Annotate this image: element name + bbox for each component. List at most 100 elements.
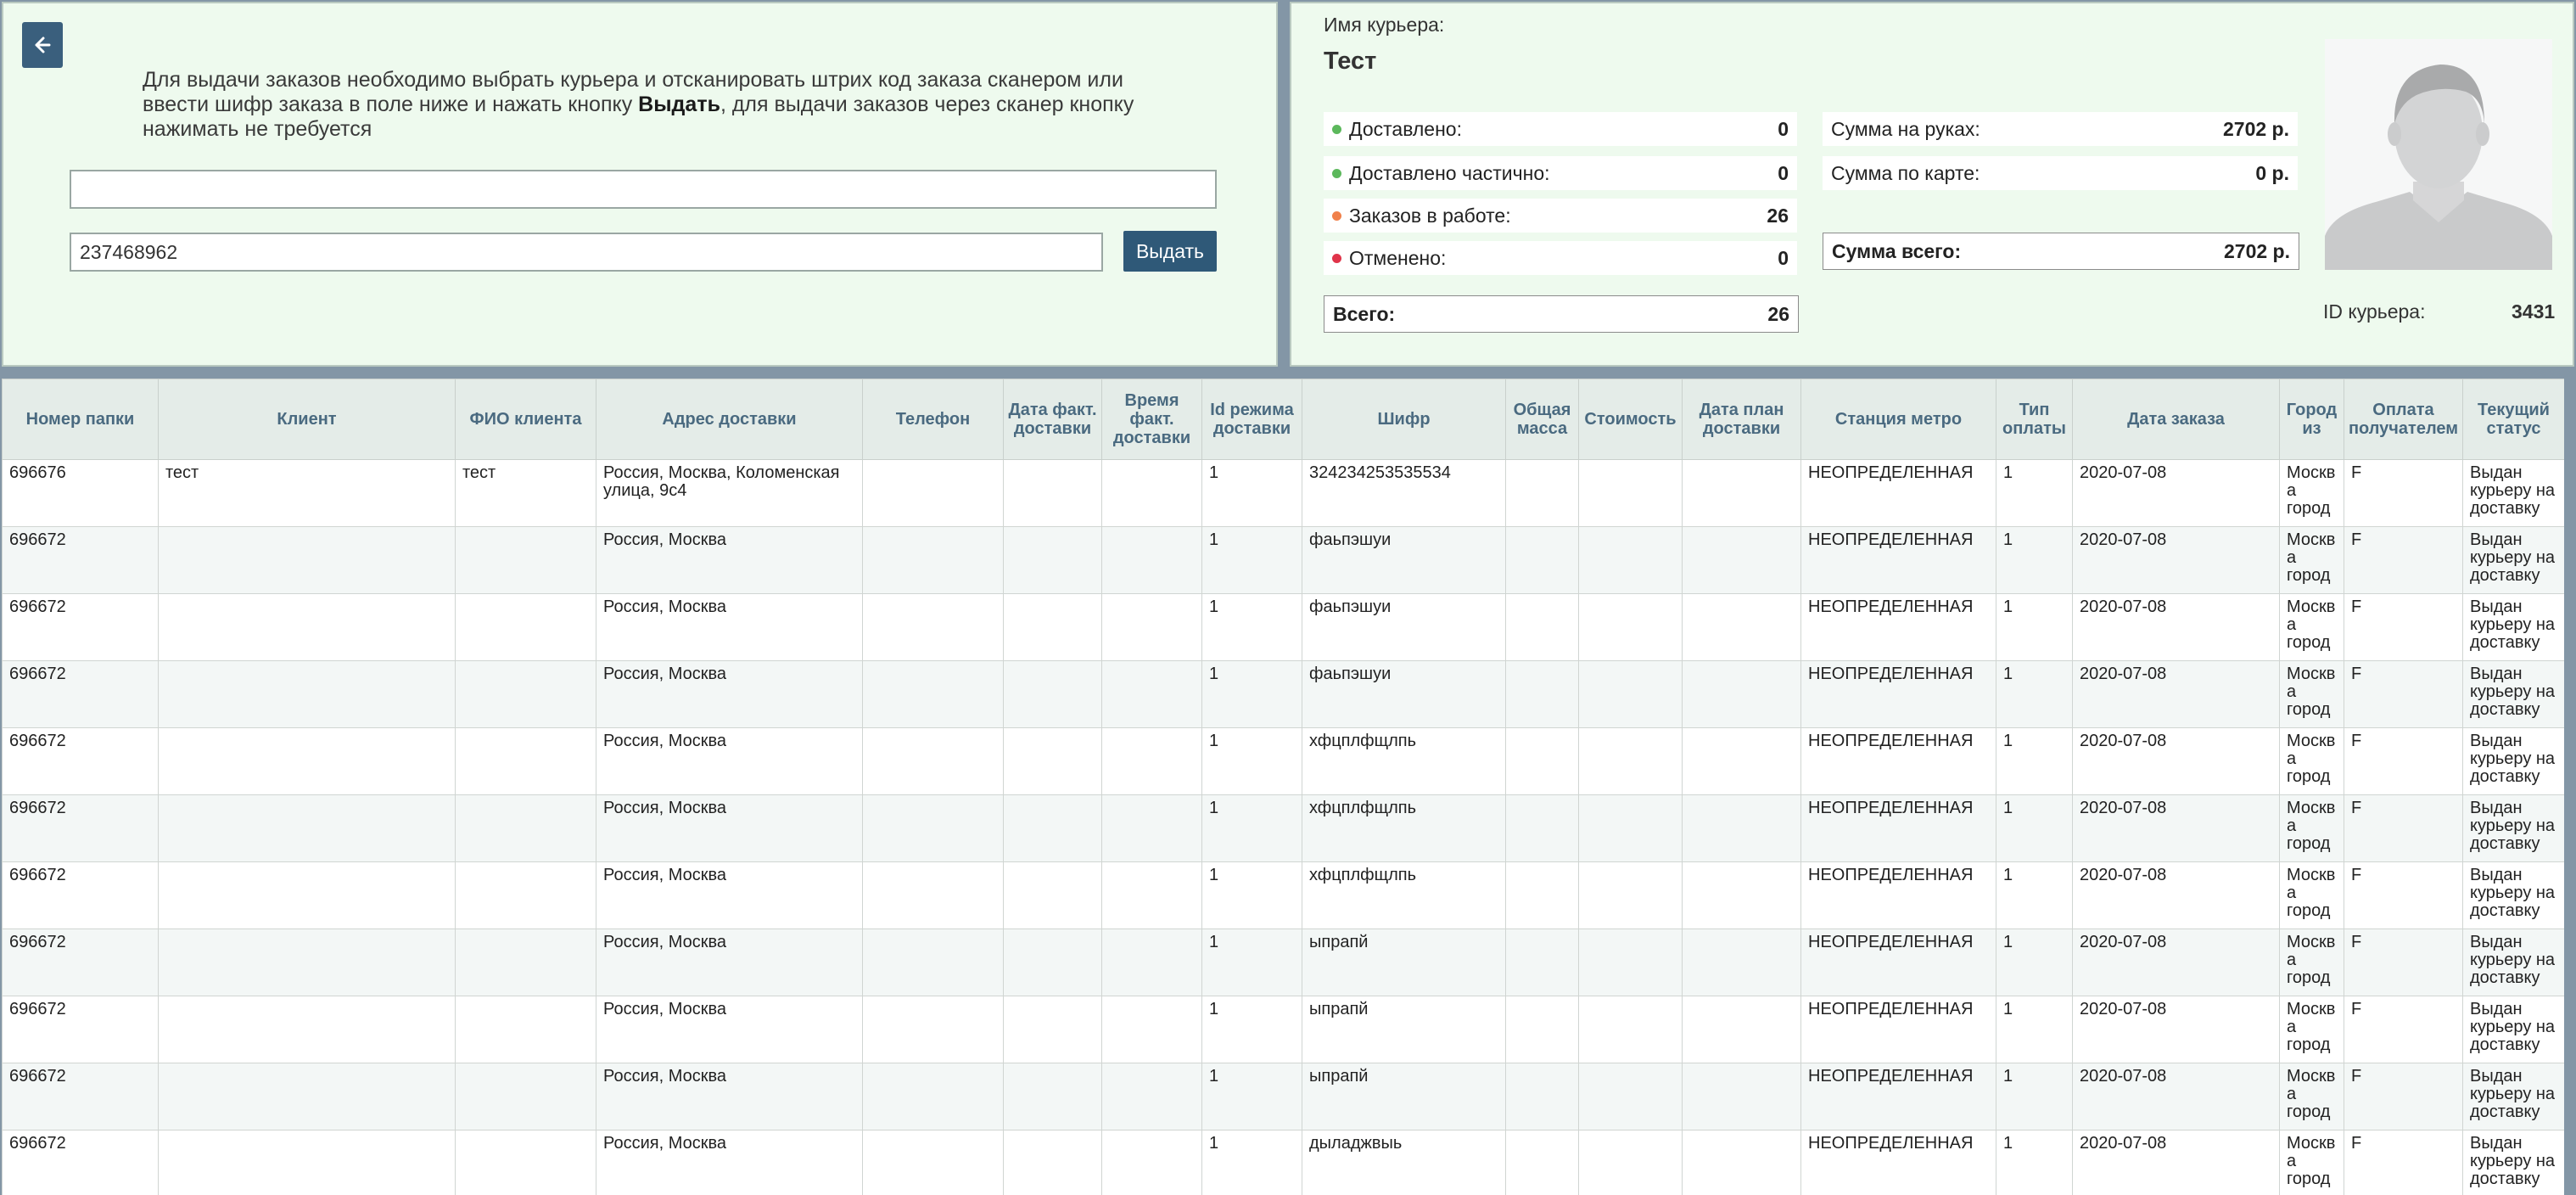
table-row[interactable]: 696672 Россия, Москва 1 фаьпэшуи НЕОПРЕДЕЛЕН…	[2, 593, 2564, 661]
table-row[interactable]: 696672 Россия, Москва 1 хфцплфщлпь НЕОПРЕДЕЛ…	[2, 727, 2564, 795]
column-header[interactable]: Время факт. доставки	[1101, 379, 1202, 460]
orders-table-container: Номер папки Клиент ФИО клиента Адрес достав…	[2, 379, 2564, 1195]
table-cell	[455, 861, 596, 929]
column-header[interactable]: Шифр	[1302, 379, 1506, 460]
table-cell	[455, 526, 596, 594]
table-row[interactable]: 696676 тест тест Россия, Москва, Коломенска…	[2, 459, 2564, 527]
table-cell: Москва город	[2279, 1130, 2344, 1195]
order-code-input[interactable]	[70, 233, 1103, 272]
column-header[interactable]: Текущий статус	[2462, 379, 2564, 460]
table-cell	[1682, 593, 1801, 661]
table-cell	[1682, 861, 1801, 929]
table-row[interactable]: 696672 Россия, Москва 1 ыпрапй НЕОПРЕДЕЛЕННА…	[2, 929, 2564, 996]
table-cell: хфцплфщлпь	[1302, 861, 1506, 929]
table-cell	[1101, 996, 1202, 1063]
column-header[interactable]: Id режима доставки	[1201, 379, 1302, 460]
table-cell: F	[2344, 727, 2463, 795]
table-cell: 1	[1201, 794, 1302, 862]
table-cell	[1505, 727, 1579, 795]
table-cell	[1505, 929, 1579, 996]
table-cell: 1	[1996, 929, 2073, 996]
table-row[interactable]: 696672 Россия, Москва 1 фаьпэшуи НЕОПРЕДЕЛЕН…	[2, 660, 2564, 728]
table-cell	[1505, 861, 1579, 929]
table-cell	[158, 861, 456, 929]
table-row[interactable]: 696672 Россия, Москва 1 дыладжвыь НЕОПРЕДЕЛЕ…	[2, 1130, 2564, 1195]
table-row[interactable]: 696672 Россия, Москва 1 фаьпэшуи НЕОПРЕДЕЛЕН…	[2, 526, 2564, 594]
column-header[interactable]: Дата план доставки	[1682, 379, 1801, 460]
table-row[interactable]: 696672 Россия, Москва 1 хфцплфщлпь НЕОПРЕДЕЛ…	[2, 794, 2564, 862]
table-cell	[1003, 660, 1102, 728]
table-cell	[862, 1130, 1004, 1195]
column-header[interactable]: Номер папки	[2, 379, 159, 460]
table-cell: фаьпэшуи	[1302, 526, 1506, 594]
column-header[interactable]: Тип оплаты	[1996, 379, 2073, 460]
table-cell: 696672	[2, 593, 159, 661]
courier-select-input[interactable]	[70, 170, 1217, 209]
table-cell: 2020-07-08	[2072, 1130, 2280, 1195]
table-cell: 1	[1996, 660, 2073, 728]
table-cell: Выдан курьеру на доставку	[2462, 1130, 2564, 1195]
column-header[interactable]: Дата факт. доставки	[1003, 379, 1102, 460]
table-cell	[1578, 794, 1683, 862]
column-header[interactable]: Телефон	[862, 379, 1004, 460]
table-cell: 1	[1201, 861, 1302, 929]
table-cell	[1505, 459, 1579, 527]
table-cell: 2020-07-08	[2072, 660, 2280, 728]
column-header[interactable]: Клиент	[158, 379, 456, 460]
column-header[interactable]: Город из	[2279, 379, 2344, 460]
stat-in-progress: Заказов в работе: 26	[1324, 199, 1797, 233]
table-cell	[1003, 996, 1102, 1063]
table-cell: НЕОПРЕДЕЛЕННАЯ	[1800, 929, 1996, 996]
table-cell: 2020-07-08	[2072, 1063, 2280, 1130]
table-cell: ыпрапй	[1302, 929, 1506, 996]
table-cell: F	[2344, 526, 2463, 594]
table-cell	[1682, 526, 1801, 594]
table-row[interactable]: 696672 Россия, Москва 1 ыпрапй НЕОПРЕДЕЛЕННА…	[2, 1063, 2564, 1130]
column-header[interactable]: Станция метро	[1800, 379, 1996, 460]
table-cell: Россия, Москва	[596, 996, 863, 1063]
table-cell: F	[2344, 593, 2463, 661]
person-avatar-icon	[2325, 39, 2552, 270]
table-cell	[1682, 996, 1801, 1063]
table-cell	[1505, 660, 1579, 728]
table-cell: НЕОПРЕДЕЛЕННАЯ	[1800, 794, 1996, 862]
table-cell	[158, 526, 456, 594]
table-cell	[1003, 1130, 1102, 1195]
table-cell	[1003, 794, 1102, 862]
table-cell: Россия, Москва	[596, 929, 863, 996]
column-header[interactable]: ФИО клиента	[455, 379, 596, 460]
table-cell: 1	[1201, 459, 1302, 527]
table-cell	[1101, 593, 1202, 661]
issue-button[interactable]: Выдать	[1123, 231, 1217, 272]
table-cell: хфцплфщлпь	[1302, 794, 1506, 862]
table-cell	[1578, 1063, 1683, 1130]
table-cell: 2020-07-08	[2072, 929, 2280, 996]
table-cell	[1101, 526, 1202, 594]
table-row[interactable]: 696672 Россия, Москва 1 ыпрапй НЕОПРЕДЕЛЕННА…	[2, 996, 2564, 1063]
column-header[interactable]: Общая масса	[1505, 379, 1579, 460]
table-cell	[1682, 794, 1801, 862]
column-header[interactable]: Адрес доставки	[596, 379, 863, 460]
column-header[interactable]: Стоимость	[1578, 379, 1683, 460]
table-row[interactable]: 696672 Россия, Москва 1 хфцплфщлпь НЕОПРЕДЕЛ…	[2, 861, 2564, 929]
table-cell: 1	[1201, 660, 1302, 728]
column-header[interactable]: Оплата получателем	[2344, 379, 2463, 460]
table-cell	[1505, 593, 1579, 661]
table-cell	[1003, 459, 1102, 527]
table-cell: Москва город	[2279, 1063, 2344, 1130]
table-cell: Москва город	[2279, 996, 2344, 1063]
back-button[interactable]	[22, 22, 63, 68]
table-scrollbar[interactable]	[2564, 379, 2576, 1195]
courier-name: Тест	[1324, 48, 1377, 75]
table-cell	[1578, 660, 1683, 728]
table-cell: Выдан курьеру на доставку	[2462, 929, 2564, 996]
column-header[interactable]: Дата заказа	[2072, 379, 2280, 460]
table-cell: Москва город	[2279, 727, 2344, 795]
status-dot-icon	[1332, 124, 1341, 134]
table-cell	[1578, 526, 1683, 594]
table-cell: 696672	[2, 727, 159, 795]
table-cell: Выдан курьеру на доставку	[2462, 1063, 2564, 1130]
table-cell	[1101, 727, 1202, 795]
table-cell: 1	[1996, 1063, 2073, 1130]
table-cell: Россия, Москва	[596, 1130, 863, 1195]
